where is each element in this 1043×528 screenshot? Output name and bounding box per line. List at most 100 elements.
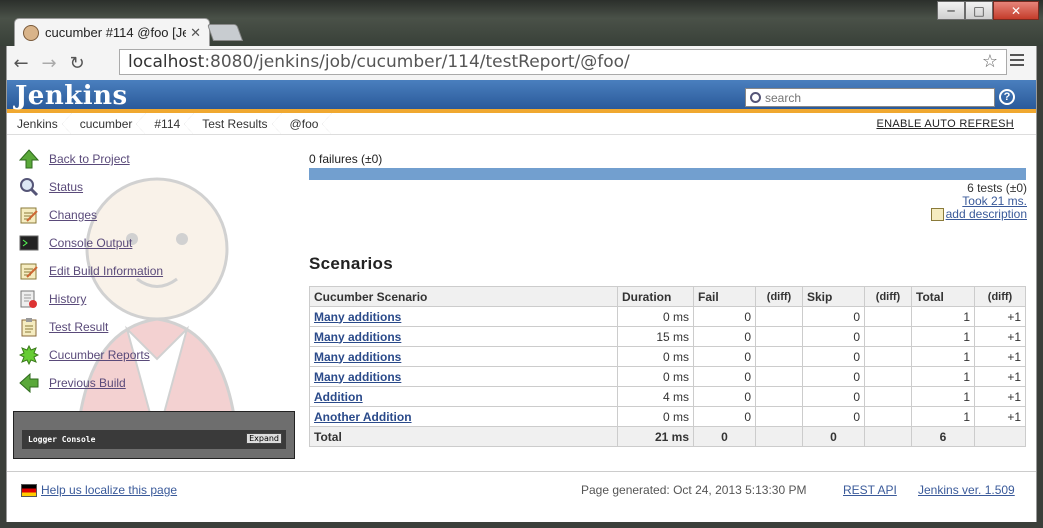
scenario-link[interactable]: Another Addition	[314, 410, 412, 424]
url-path: :8080/jenkins/job/cucumber/114/testRepor…	[204, 52, 630, 72]
cucumber-icon	[19, 345, 39, 365]
sidebar-item-test-result[interactable]: Test Result	[19, 317, 108, 337]
breadcrumb-build[interactable]: #114	[146, 112, 195, 135]
jenkins-version-link[interactable]: Jenkins ver. 1.509	[918, 483, 1015, 497]
scenario-link[interactable]: Many additions	[314, 310, 401, 324]
status-link[interactable]: Status	[49, 180, 83, 194]
add-description[interactable]: add description	[930, 208, 1027, 221]
table-row: Many additions 0 ms 0 0 1 +1	[309, 346, 1026, 367]
table-row: Many additions 0 ms 0 0 1 +1	[309, 306, 1026, 327]
took-link[interactable]: Took 21 ms.	[962, 194, 1027, 208]
previous-build-link[interactable]: Previous Build	[49, 376, 126, 390]
cell-fail-diff	[755, 346, 803, 367]
cell-total: 1	[911, 366, 975, 387]
table-row: Another Addition 0 ms 0 0 1 +1	[309, 406, 1026, 427]
scenario-link[interactable]: Many additions	[314, 370, 401, 384]
url-host: localhost	[128, 52, 205, 72]
history-icon	[20, 290, 37, 308]
sidebar-item-changes[interactable]: Changes	[19, 205, 97, 225]
search-box[interactable]	[745, 88, 995, 107]
test-stats: 6 tests (±0) Took 21 ms. add description	[309, 182, 1027, 224]
console-output-link[interactable]: Console Output	[49, 236, 132, 250]
maximize-button[interactable]: □	[965, 1, 993, 20]
logger-console-bar: Logger Console Expand	[22, 430, 286, 449]
terminal-icon	[19, 235, 39, 251]
history-link[interactable]: History	[49, 292, 86, 306]
tests-count: 6 tests (±0)	[967, 181, 1027, 195]
breadcrumb-cucumber[interactable]: cucumber	[72, 112, 147, 135]
main-content: 0 failures (±0) 6 tests (±0) Took 21 ms.…	[309, 152, 1027, 447]
localize-link[interactable]: Help us localize this page	[41, 483, 177, 497]
breadcrumb-test-results[interactable]: Test Results	[194, 112, 282, 135]
total-fail: 0	[693, 426, 756, 447]
rest-api-link[interactable]: REST API	[843, 483, 897, 497]
jenkins-favicon-icon	[23, 24, 39, 41]
col-scenario[interactable]: Cucumber Scenario	[309, 286, 618, 307]
col-skip[interactable]: Skip	[802, 286, 865, 307]
col-duration[interactable]: Duration	[617, 286, 694, 307]
cell-fail: 0	[693, 326, 756, 347]
col-total[interactable]: Total	[911, 286, 975, 307]
cell-skip-diff	[864, 306, 912, 327]
reload-icon[interactable]: ↻	[63, 53, 91, 74]
cell-skip: 0	[802, 346, 865, 367]
tab-close-icon[interactable]: ✕	[190, 25, 201, 41]
localize-link-wrap[interactable]: Help us localize this page	[21, 483, 177, 497]
window-controls: ─ □ ✕	[937, 1, 1039, 20]
sidebar-item-edit-build-info[interactable]: Edit Build Information	[19, 261, 163, 281]
sidebar-item-cucumber-reports[interactable]: Cucumber Reports	[19, 345, 150, 365]
add-description-link[interactable]: add description	[946, 208, 1027, 221]
address-bar[interactable]: localhost:8080/jenkins/job/cucumber/114/…	[119, 49, 1007, 75]
minimize-button[interactable]: ─	[937, 1, 965, 20]
table-total-row: Total 21 ms 0 0 6	[309, 426, 1026, 447]
cell-fail: 0	[693, 366, 756, 387]
col-fail[interactable]: Fail	[693, 286, 756, 307]
logger-expand-button[interactable]: Expand	[246, 433, 282, 444]
scenario-link[interactable]: Many additions	[314, 330, 401, 344]
breadcrumb-foo[interactable]: @foo	[282, 112, 333, 135]
enable-auto-refresh-link[interactable]: ENABLE AUTO REFRESH	[876, 118, 1014, 130]
sidebar-item-back-to-project[interactable]: Back to Project	[19, 149, 130, 169]
sidebar-item-status[interactable]: Status	[19, 177, 83, 197]
notepad-edit-icon	[20, 263, 38, 280]
sidebar-item-history[interactable]: History	[19, 289, 86, 309]
bookmark-star-icon[interactable]: ☆	[982, 51, 998, 72]
sidebar-item-previous-build[interactable]: Previous Build	[19, 373, 126, 393]
col-total-diff[interactable]: (diff)	[974, 286, 1026, 307]
forward-arrow-icon[interactable]: →	[35, 53, 63, 74]
edit-build-information-link[interactable]: Edit Build Information	[49, 264, 163, 278]
scenario-link[interactable]: Addition	[314, 390, 363, 404]
changes-link[interactable]: Changes	[49, 208, 97, 222]
cell-duration: 0 ms	[617, 306, 694, 327]
jenkins-logo[interactable]: Jenkins	[15, 81, 128, 111]
cell-total-diff: +1	[974, 406, 1026, 427]
magnifier-icon	[20, 178, 39, 197]
search-input[interactable]	[765, 90, 985, 105]
cell-total: 1	[911, 406, 975, 427]
back-arrow-icon[interactable]: ←	[7, 53, 35, 74]
cell-fail: 0	[693, 386, 756, 407]
browser-tab[interactable]: cucumber #114 @foo [Jen ✕	[14, 18, 210, 46]
col-skip-diff[interactable]: (diff)	[864, 286, 912, 307]
col-fail-diff[interactable]: (diff)	[755, 286, 803, 307]
cell-fail: 0	[693, 346, 756, 367]
table-row: Many additions 0 ms 0 0 1 +1	[309, 366, 1026, 387]
breadcrumb: Jenkins cucumber #114 Test Results @foo …	[7, 112, 1036, 135]
tab-title: cucumber #114 @foo [Jen	[45, 25, 187, 40]
scenario-link[interactable]: Many additions	[314, 350, 401, 364]
cell-skip-diff	[864, 366, 912, 387]
close-window-button[interactable]: ✕	[993, 1, 1039, 20]
breadcrumb-jenkins[interactable]: Jenkins	[9, 112, 72, 135]
cell-skip: 0	[802, 386, 865, 407]
help-icon[interactable]: ?	[999, 89, 1015, 105]
browser-menu-icon[interactable]	[1010, 54, 1024, 68]
cell-total-diff: +1	[974, 386, 1026, 407]
total-skip-diff	[864, 426, 912, 447]
new-tab-button[interactable]	[206, 24, 244, 41]
sidebar-item-console-output[interactable]: Console Output	[19, 233, 132, 253]
page-viewport: Jenkins ? Jenkins cucumber #114 Test Res…	[6, 80, 1037, 522]
cell-name: Many additions	[309, 326, 618, 347]
test-result-link[interactable]: Test Result	[49, 320, 108, 334]
back-to-project-link[interactable]: Back to Project	[49, 152, 130, 166]
cucumber-reports-link[interactable]: Cucumber Reports	[49, 348, 150, 362]
